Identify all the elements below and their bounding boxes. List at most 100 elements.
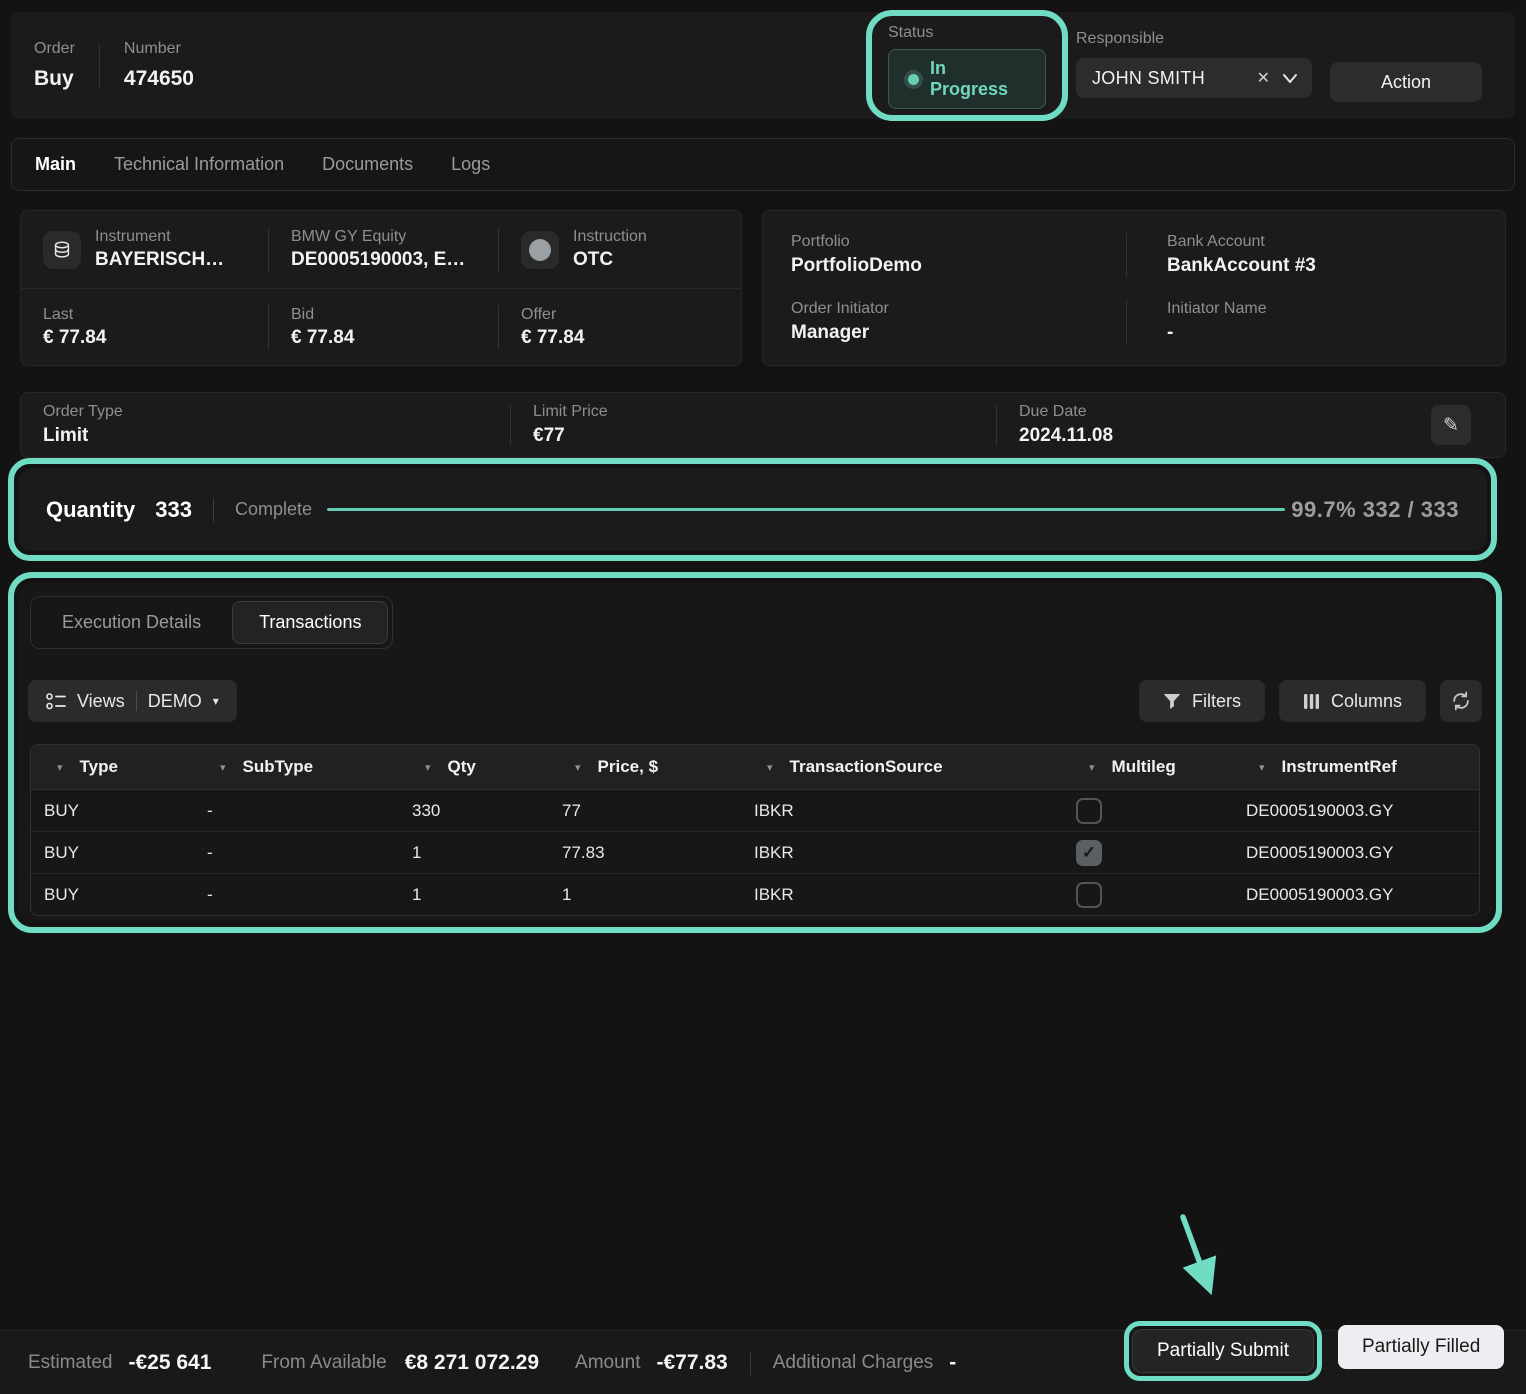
cell-type: BUY <box>31 874 194 915</box>
limit-price-value: €77 <box>533 425 996 447</box>
bank-account-value: BankAccount #3 <box>1167 255 1505 277</box>
sort-caret-icon[interactable]: ▾ <box>575 761 581 774</box>
tab-execution-details[interactable]: Execution Details <box>35 601 228 644</box>
instrument-card: Instrument BAYERISCH… BMW GY Equity DE00… <box>20 210 742 366</box>
annotation-arrow-icon <box>1145 1205 1255 1320</box>
views-label: Views <box>77 691 125 712</box>
order-type-value: Limit <box>43 425 510 447</box>
transactions-annotation-ring: Execution Details Transactions Views DEM… <box>8 572 1502 933</box>
tab-documents[interactable]: Documents <box>322 154 413 175</box>
quantity-label: Quantity <box>46 497 135 523</box>
status-label: Status <box>888 24 933 41</box>
views-selected-value: DEMO <box>148 691 202 712</box>
progress-bar <box>327 508 1285 511</box>
partially-submit-button[interactable]: Partially Submit <box>1132 1329 1314 1373</box>
multileg-checkbox[interactable] <box>1076 882 1102 908</box>
cell-source: IBKR <box>741 874 1063 915</box>
main-tabbar: Main Technical Information Documents Log… <box>11 138 1515 191</box>
portfolio-value: PortfolioDemo <box>791 255 1126 277</box>
instrument-label: Instrument <box>95 228 224 246</box>
column-header-subtype[interactable]: ▾SubType <box>194 745 399 789</box>
sort-caret-icon[interactable]: ▾ <box>425 761 431 774</box>
order-initiator-label: Order Initiator <box>791 300 1126 318</box>
portfolio-card: Portfolio PortfolioDemo Bank Account Ban… <box>762 210 1506 366</box>
clear-icon[interactable]: ✕ <box>1257 68 1270 88</box>
responsible-field: Responsible JOHN SMITH ✕ <box>1076 30 1312 98</box>
cell-instrument-ref: DE0005190003.GY <box>1233 790 1479 831</box>
pencil-icon: ✎ <box>1443 414 1459 437</box>
transactions-panel: Execution Details Transactions Views DEM… <box>18 582 1492 923</box>
order-number-label: Number <box>124 40 194 58</box>
column-header-price[interactable]: ▾Price, $ <box>549 745 741 789</box>
sort-caret-icon[interactable]: ▾ <box>1089 761 1095 774</box>
estimated-label: Estimated <box>28 1352 112 1374</box>
column-header-transactionsource[interactable]: ▾TransactionSource <box>741 745 1063 789</box>
edit-button[interactable]: ✎ <box>1431 405 1471 445</box>
filter-icon <box>1163 693 1181 710</box>
columns-label: Columns <box>1331 691 1402 712</box>
multileg-checkbox[interactable] <box>1076 798 1102 824</box>
tab-main[interactable]: Main <box>35 154 76 175</box>
action-button[interactable]: Action <box>1330 62 1482 102</box>
due-date-value: 2024.11.08 <box>1019 425 1431 447</box>
refresh-button[interactable] <box>1440 680 1482 722</box>
cell-price: 1 <box>549 874 741 915</box>
instruction-label: Instruction <box>573 228 647 246</box>
order-side-label: Order <box>34 40 75 58</box>
column-header-instrumentref[interactable]: ▾InstrumentRef <box>1233 745 1479 789</box>
responsible-select[interactable]: JOHN SMITH ✕ <box>1076 58 1312 98</box>
tab-logs[interactable]: Logs <box>451 154 490 175</box>
column-header-type[interactable]: ▾Type <box>31 745 194 789</box>
columns-icon <box>1303 693 1320 710</box>
detail-tab-group: Execution Details Transactions <box>30 596 393 649</box>
cell-subtype: - <box>194 790 399 831</box>
order-number-value: 474650 <box>124 67 194 91</box>
cell-source: IBKR <box>741 832 1063 873</box>
status-badge[interactable]: In Progress <box>888 49 1046 109</box>
bid-label: Bid <box>291 306 354 324</box>
views-icon <box>46 692 66 711</box>
tab-technical-information[interactable]: Technical Information <box>114 154 284 175</box>
sort-caret-icon[interactable]: ▾ <box>1259 761 1265 774</box>
column-header-qty[interactable]: ▾Qty <box>399 745 549 789</box>
divider <box>99 44 100 88</box>
table-row[interactable]: BUY - 1 1 IBKR DE0005190003.GY <box>31 874 1479 915</box>
equity-label: BMW GY Equity <box>291 228 465 246</box>
order-side-field: Order Buy <box>34 40 75 91</box>
cell-qty: 330 <box>399 790 549 831</box>
coins-icon <box>43 231 81 269</box>
filters-button[interactable]: Filters <box>1139 680 1265 722</box>
chevron-down-icon[interactable] <box>1282 73 1298 84</box>
initiator-name-value: - <box>1167 322 1505 344</box>
sort-caret-icon[interactable]: ▾ <box>57 761 63 774</box>
multileg-checkbox[interactable]: ✓ <box>1076 840 1102 866</box>
divider <box>136 691 137 711</box>
chevron-down-icon: ▾ <box>213 694 219 708</box>
views-button[interactable]: Views DEMO ▾ <box>28 680 237 722</box>
refresh-icon <box>1450 690 1472 712</box>
filters-label: Filters <box>1192 691 1241 712</box>
cell-price: 77.83 <box>549 832 741 873</box>
tab-transactions[interactable]: Transactions <box>232 601 388 644</box>
status-dot-icon <box>908 74 919 85</box>
table-row[interactable]: BUY - 330 77 IBKR DE0005190003.GY <box>31 790 1479 832</box>
quantity-value: 333 <box>155 497 192 523</box>
bid-value: € 77.84 <box>291 327 354 349</box>
divider <box>213 498 214 522</box>
columns-button[interactable]: Columns <box>1279 680 1426 722</box>
bank-account-label: Bank Account <box>1167 233 1505 251</box>
sort-caret-icon[interactable]: ▾ <box>220 761 226 774</box>
order-number-field: Number 474650 <box>124 40 194 91</box>
order-header-panel: Order Buy Number 474650 Status In Progre… <box>11 12 1515 119</box>
table-row[interactable]: BUY - 1 77.83 IBKR ✓ DE0005190003.GY <box>31 832 1479 874</box>
instruction-value: OTC <box>573 249 647 271</box>
status-value: In Progress <box>930 58 1029 100</box>
initiator-name-label: Initiator Name <box>1167 300 1505 318</box>
partially-filled-button[interactable]: Partially Filled <box>1338 1325 1504 1369</box>
estimated-value: -€25 641 <box>128 1351 211 1375</box>
responsible-label: Responsible <box>1076 30 1164 47</box>
equity-value: DE0005190003, E… <box>291 249 465 271</box>
sort-caret-icon[interactable]: ▾ <box>767 761 773 774</box>
additional-charges-label: Additional Charges <box>773 1352 934 1374</box>
column-header-multileg[interactable]: ▾Multileg <box>1063 745 1233 789</box>
